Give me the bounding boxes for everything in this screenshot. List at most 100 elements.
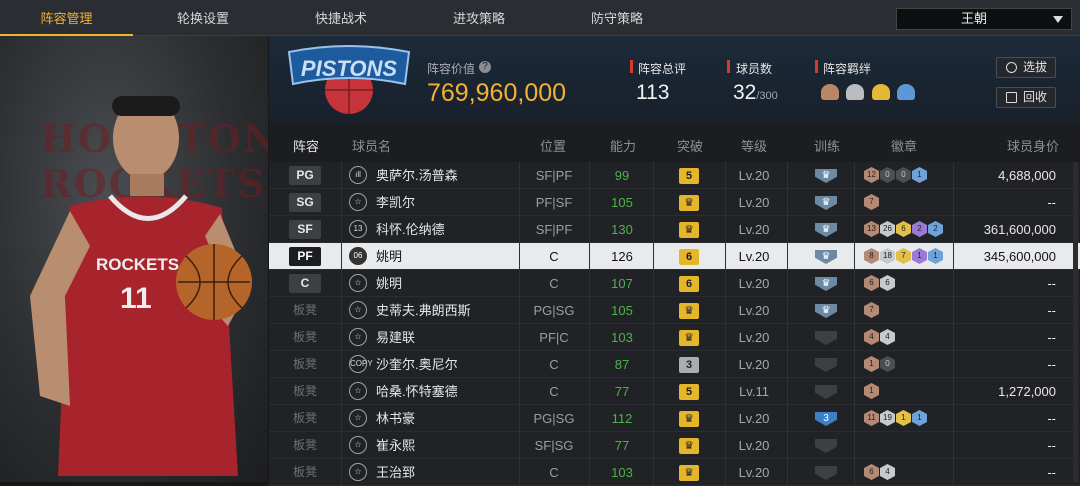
col-position[interactable]: 位置 bbox=[540, 136, 566, 155]
player-name[interactable]: 沙奎尔.奥尼尔 bbox=[376, 351, 458, 378]
table-row[interactable]: SG ☆ 李凯尔 PF|SF 105 ♛ Lv.20 ♛ 7 -- bbox=[269, 189, 1080, 216]
table-row[interactable]: 板凳 ☆ 史蒂夫.弗朗西斯 PG|SG 105 ♛ Lv.20 ♛ 7 -- bbox=[269, 297, 1080, 324]
col-player-name[interactable]: 球员名 bbox=[352, 136, 391, 155]
table-row[interactable]: 板凳 ☆ 林书豪 PG|SG 112 ♛ Lv.20 3 11 19 1 1 -- bbox=[269, 405, 1080, 432]
lineup-slot[interactable]: 板凳 bbox=[289, 328, 321, 347]
table-row[interactable]: 板凳 ☆ 崔永熙 SF|SG 77 ♛ Lv.20 -- bbox=[269, 432, 1080, 459]
col-level[interactable]: 等级 bbox=[741, 136, 767, 155]
roster-scrollbar[interactable] bbox=[1073, 162, 1078, 482]
lineup-slot[interactable]: 板凳 bbox=[289, 301, 321, 320]
training-shield-icon[interactable]: 3 bbox=[815, 412, 837, 426]
player-value: -- bbox=[1047, 411, 1056, 426]
player-name[interactable]: 奥萨尔.汤普森 bbox=[376, 162, 458, 189]
tab-defense[interactable]: 防守策略 bbox=[549, 0, 685, 36]
column-divider bbox=[725, 243, 726, 270]
lineup-slot[interactable]: C bbox=[289, 274, 321, 293]
lineup-slot[interactable]: SF bbox=[289, 220, 321, 239]
breakthrough-badge[interactable]: 6 bbox=[679, 276, 699, 292]
breakthrough-badge[interactable]: ♛ bbox=[679, 222, 699, 238]
training-shield-icon[interactable] bbox=[815, 358, 837, 372]
lineup-slot[interactable]: 板凳 bbox=[289, 382, 321, 401]
column-divider bbox=[589, 351, 590, 378]
column-divider bbox=[953, 351, 954, 378]
badge-list[interactable]: 11 19 1 1 bbox=[864, 405, 928, 432]
tab-lineup[interactable]: 阵容管理 bbox=[0, 0, 133, 36]
table-row[interactable]: 板凳 COPY 沙奎尔.奥尼尔 C 87 3 Lv.20 1 0 -- bbox=[269, 351, 1080, 378]
lineup-slot[interactable]: 板凳 bbox=[289, 409, 321, 428]
badge-list[interactable]: 66 bbox=[864, 270, 896, 297]
player-name[interactable]: 史蒂夫.弗朗西斯 bbox=[376, 297, 471, 324]
training-shield-icon[interactable]: ♛ bbox=[815, 223, 837, 237]
badge-list[interactable]: 7 bbox=[864, 189, 880, 216]
training-shield-icon[interactable] bbox=[815, 385, 837, 399]
column-divider bbox=[787, 216, 788, 243]
tab-rotation[interactable]: 轮换设置 bbox=[133, 0, 273, 36]
table-row[interactable]: 板凳 ☆ 易建联 PF|C 103 ♛ Lv.20 4 4 -- bbox=[269, 324, 1080, 351]
training-shield-icon[interactable]: ♛ bbox=[815, 196, 837, 210]
training-shield-icon[interactable] bbox=[815, 439, 837, 453]
tab-quick-tactics[interactable]: 快捷战术 bbox=[273, 0, 409, 36]
table-row[interactable]: PG ıll 奥萨尔.汤普森 SF|PF 99 5 Lv.20 ♛ 12 0 0 1 4,688,000 bbox=[269, 162, 1080, 189]
badge-list[interactable]: 8 18 7 1 1 bbox=[864, 243, 944, 270]
breakthrough-badge[interactable]: ♛ bbox=[679, 438, 699, 454]
player-name[interactable]: 姚明 bbox=[376, 243, 402, 270]
lineup-slot[interactable]: SG bbox=[289, 193, 321, 212]
training-shield-icon[interactable]: ♛ bbox=[815, 250, 837, 264]
top-nav: 阵容管理 轮换设置 快捷战术 进攻策略 防守策略 王朝 bbox=[0, 0, 1080, 36]
badge-list[interactable]: 12 0 0 1 bbox=[864, 162, 928, 189]
player-name[interactable]: 李凯尔 bbox=[376, 189, 415, 216]
badge-list[interactable]: 44 bbox=[864, 324, 896, 351]
col-badges[interactable]: 徽章 bbox=[891, 136, 917, 155]
breakthrough-badge[interactable]: 5 bbox=[679, 168, 699, 184]
breakthrough-badge[interactable]: ♛ bbox=[679, 411, 699, 427]
recycle-button[interactable]: 回收 bbox=[996, 87, 1056, 108]
breakthrough-badge[interactable]: ♛ bbox=[679, 303, 699, 319]
team-dropdown[interactable]: 王朝 bbox=[896, 8, 1072, 30]
badge-hexagon-icon: 1 bbox=[864, 383, 879, 399]
col-training[interactable]: 训练 bbox=[814, 136, 840, 155]
lineup-slot[interactable]: PG bbox=[289, 166, 321, 185]
bond-icons[interactable] bbox=[821, 84, 916, 105]
col-breakthrough[interactable]: 突破 bbox=[677, 136, 703, 155]
breakthrough-badge[interactable]: 3 bbox=[679, 357, 699, 373]
breakthrough-badge[interactable]: ♛ bbox=[679, 195, 699, 211]
help-icon[interactable]: ? bbox=[479, 61, 491, 73]
player-card-icon: ☆ bbox=[349, 193, 367, 211]
breakthrough-badge[interactable]: ♛ bbox=[679, 330, 699, 346]
lineup-slot[interactable]: PF bbox=[289, 247, 321, 266]
lineup-slot[interactable]: 板凳 bbox=[289, 436, 321, 455]
table-row[interactable]: C ☆ 姚明 C 107 6 Lv.20 ♛ 6 6 -- bbox=[269, 270, 1080, 297]
lineup-rating-label: 阵容总评 bbox=[638, 62, 687, 76]
tab-offense[interactable]: 进攻策略 bbox=[409, 0, 549, 36]
lineup-slot[interactable]: 板凳 bbox=[289, 355, 321, 374]
col-ability[interactable]: 能力 bbox=[610, 136, 636, 155]
lineup-slot[interactable]: 板凳 bbox=[289, 463, 321, 482]
breakthrough-badge[interactable]: 5 bbox=[679, 384, 699, 400]
breakthrough-badge[interactable]: 6 bbox=[679, 249, 699, 265]
player-name[interactable]: 科怀.伦纳德 bbox=[376, 216, 445, 243]
training-shield-icon[interactable] bbox=[815, 466, 837, 480]
badge-list[interactable]: 13 26 6 2 2 bbox=[864, 216, 944, 243]
player-name[interactable]: 姚明 bbox=[376, 270, 402, 297]
badge-list[interactable]: 10 bbox=[864, 351, 896, 378]
training-shield-icon[interactable] bbox=[815, 331, 837, 345]
player-ability: 77 bbox=[614, 384, 630, 399]
training-shield-icon[interactable]: ♛ bbox=[815, 304, 837, 318]
column-divider bbox=[787, 243, 788, 270]
training-shield-icon[interactable]: ♛ bbox=[815, 169, 837, 183]
table-row[interactable]: SF 13 科怀.伦纳德 SF|PF 130 ♛ Lv.20 ♛ 13 26 6 2 2 361,600,… bbox=[269, 216, 1080, 243]
badge-list[interactable]: 7 bbox=[864, 297, 880, 324]
player-name[interactable]: 哈桑.怀特塞德 bbox=[376, 378, 458, 405]
badge-hexagon-icon: 12 bbox=[864, 167, 879, 183]
player-name[interactable]: 崔永熙 bbox=[376, 432, 415, 459]
player-name[interactable]: 林书豪 bbox=[376, 405, 415, 432]
table-row[interactable]: 板凳 ☆ 哈桑.怀特塞德 C 77 5 Lv.11 1 1,272,000 bbox=[269, 378, 1080, 405]
training-shield-icon[interactable]: ♛ bbox=[815, 277, 837, 291]
col-player-value[interactable]: 球员身价 bbox=[1007, 136, 1059, 155]
breakthrough-badge[interactable]: ♛ bbox=[679, 465, 699, 481]
col-lineup[interactable]: 阵容 bbox=[293, 136, 319, 155]
select-button[interactable]: 选拔 bbox=[996, 57, 1056, 78]
table-row[interactable]: PF 06 姚明 C 126 6 Lv.20 ♛ 8 18 7 1 1 345,600,000 bbox=[269, 243, 1080, 270]
player-name[interactable]: 易建联 bbox=[376, 324, 415, 351]
badge-list[interactable]: 1 bbox=[864, 378, 880, 405]
